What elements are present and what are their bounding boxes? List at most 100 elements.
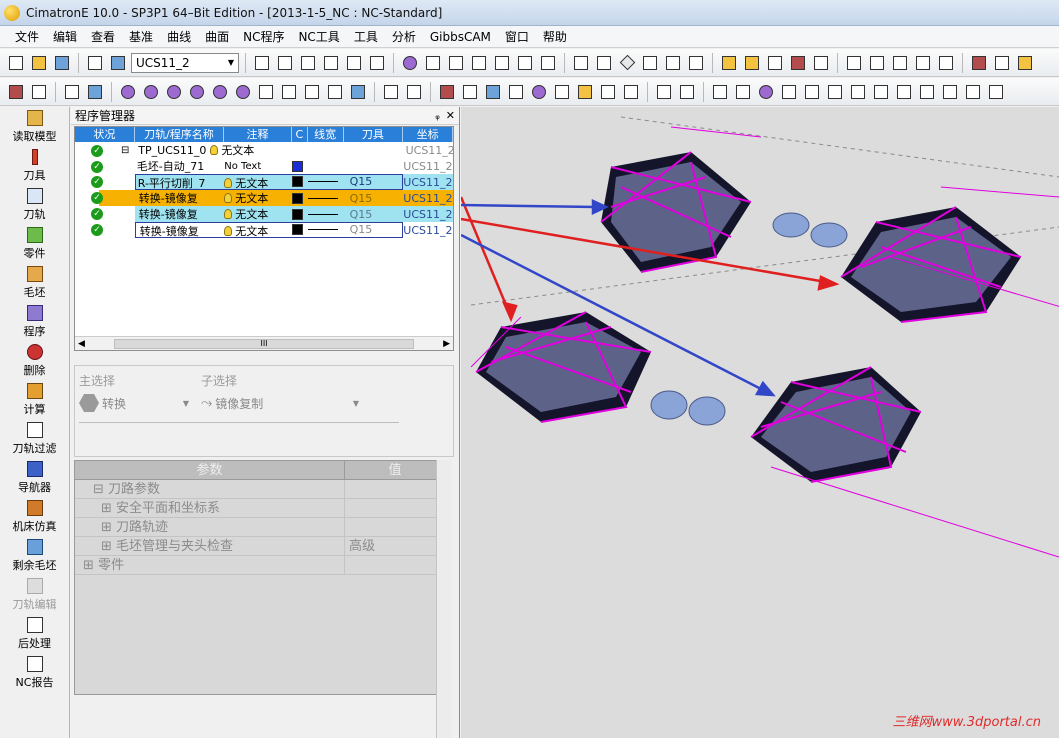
verify-icon[interactable] bbox=[404, 82, 424, 102]
help-icon[interactable] bbox=[1015, 53, 1035, 73]
part-bottom-right[interactable] bbox=[750, 366, 922, 483]
zoom-icon[interactable] bbox=[321, 53, 341, 73]
pan-view-icon[interactable] bbox=[913, 53, 933, 73]
part-bottom-left[interactable] bbox=[475, 311, 652, 423]
menu-item[interactable]: GibbsCAM bbox=[423, 26, 498, 48]
nc-setup-icon[interactable] bbox=[6, 82, 26, 102]
expand-icon[interactable]: ⊞ bbox=[101, 520, 112, 535]
param-row[interactable]: ⊞ 零件 bbox=[75, 556, 445, 575]
render-options-icon[interactable] bbox=[686, 53, 706, 73]
section-icon[interactable] bbox=[890, 53, 910, 73]
toolpath-trim-icon[interactable] bbox=[233, 82, 253, 102]
shaded-icon[interactable] bbox=[617, 53, 637, 73]
sidebar-item-navigator[interactable]: 导航器 bbox=[0, 458, 69, 497]
param-value[interactable] bbox=[345, 556, 445, 574]
scroll-thumb[interactable]: III bbox=[114, 338, 414, 349]
view-front-icon[interactable] bbox=[446, 53, 466, 73]
new-file-icon[interactable] bbox=[6, 53, 26, 73]
menu-item[interactable]: 工具 bbox=[347, 26, 385, 48]
table-row[interactable]: ✓ 转换-镜像复 无文本 Q15 UCS11_2 bbox=[75, 222, 453, 238]
back-arrow-icon[interactable] bbox=[788, 53, 808, 73]
col-status[interactable]: 状况 bbox=[75, 127, 135, 142]
toolpath-cut-icon[interactable] bbox=[256, 82, 276, 102]
view-bottom-icon[interactable] bbox=[538, 53, 558, 73]
view-left-icon[interactable] bbox=[515, 53, 535, 73]
list-icon[interactable] bbox=[483, 82, 503, 102]
book-icon[interactable] bbox=[969, 53, 989, 73]
extend-icon[interactable] bbox=[894, 82, 914, 102]
menu-item[interactable]: 窗口 bbox=[498, 26, 536, 48]
curve-icon[interactable] bbox=[677, 82, 697, 102]
sidebar-item-filter[interactable]: 刀轨过滤 bbox=[0, 419, 69, 458]
menu-item[interactable]: NC工具 bbox=[291, 26, 346, 48]
color-swatch[interactable] bbox=[291, 160, 303, 172]
toolpath-select-icon[interactable] bbox=[118, 82, 138, 102]
menu-item[interactable]: NC程序 bbox=[236, 26, 291, 48]
wireframe-icon[interactable] bbox=[594, 53, 614, 73]
menu-item[interactable]: 帮助 bbox=[536, 26, 574, 48]
menu-item[interactable]: 基准 bbox=[122, 26, 160, 48]
table-row[interactable]: ✓ 转换-镜像复 无文本 Q15 UCS11_2 bbox=[75, 206, 453, 222]
sidebar-item-stock[interactable]: 毛坯 bbox=[0, 263, 69, 302]
hidden-line-icon[interactable] bbox=[663, 53, 683, 73]
col-coord[interactable]: 坐标 bbox=[403, 127, 453, 142]
light-bulb-icon[interactable] bbox=[719, 53, 739, 73]
part-top-left[interactable] bbox=[600, 151, 752, 273]
horizontal-scrollbar[interactable]: ◀ III ▶ bbox=[75, 336, 453, 350]
param-value[interactable]: 高级 bbox=[345, 537, 445, 555]
sidebar-item-toolpath-edit[interactable]: 刀轨编辑 bbox=[0, 575, 69, 614]
xyz-icon[interactable] bbox=[963, 82, 983, 102]
col-color[interactable]: C bbox=[292, 127, 308, 142]
measure-icon[interactable] bbox=[844, 53, 864, 73]
sidebar-item-compute[interactable]: 计算 bbox=[0, 380, 69, 419]
offset-icon[interactable] bbox=[802, 82, 822, 102]
square-icon[interactable] bbox=[552, 82, 572, 102]
table-row[interactable]: ✓ 毛坯-自动_71 No Text UCS11_2 bbox=[75, 158, 453, 174]
zoom-all-icon[interactable] bbox=[252, 53, 272, 73]
toolpath-order-icon[interactable] bbox=[325, 82, 345, 102]
sidebar-item-tool[interactable]: 刀具 bbox=[0, 146, 69, 185]
zoom-selected-icon[interactable] bbox=[298, 53, 318, 73]
main-select-dropdown[interactable]: 转换 ▼ bbox=[79, 392, 189, 414]
light-off-icon[interactable] bbox=[765, 53, 785, 73]
simulate-icon[interactable] bbox=[381, 82, 401, 102]
sidebar-item-program[interactable]: 程序 bbox=[0, 302, 69, 341]
menu-item[interactable]: 查看 bbox=[84, 26, 122, 48]
layer-icon[interactable] bbox=[85, 53, 105, 73]
scroll-right-icon[interactable]: ▶ bbox=[443, 339, 450, 349]
param-row[interactable]: ⊞ 刀路轨迹 bbox=[75, 518, 445, 537]
col-linewidth[interactable]: 线宽 bbox=[308, 127, 344, 142]
dimension-icon[interactable] bbox=[867, 53, 887, 73]
report-icon[interactable] bbox=[460, 82, 480, 102]
pin-icon[interactable]: ᵩ bbox=[435, 109, 440, 122]
view-top-icon[interactable] bbox=[423, 53, 443, 73]
sub-select-dropdown[interactable]: ⤳ 镜像复制 ▼ bbox=[201, 392, 359, 414]
line-tool-icon[interactable] bbox=[710, 82, 730, 102]
menu-item[interactable]: 编辑 bbox=[46, 26, 84, 48]
expand-icon[interactable]: ⊞ bbox=[101, 539, 112, 554]
param-value[interactable] bbox=[345, 518, 445, 536]
color-swatch[interactable] bbox=[291, 224, 303, 235]
manual-icon[interactable] bbox=[992, 53, 1012, 73]
table-row[interactable]: ✓ ⊟ TP_UCS11_0 (3 无文本 UCS11_2 bbox=[75, 142, 453, 158]
stock-view-icon[interactable] bbox=[575, 82, 595, 102]
toolpath-transfer-icon[interactable] bbox=[348, 82, 368, 102]
param-value[interactable] bbox=[345, 480, 445, 498]
grid-icon[interactable] bbox=[621, 82, 641, 102]
table-row[interactable]: ✓ 转换-镜像复 无文本 Q15 UCS11_2 bbox=[75, 190, 453, 206]
collapse-icon[interactable]: ⊟ bbox=[95, 145, 134, 156]
sidebar-item-remaining-stock[interactable]: 剩余毛坯 bbox=[0, 536, 69, 575]
close-icon[interactable]: ✕ bbox=[446, 109, 455, 122]
vertical-scrollbar[interactable] bbox=[436, 460, 451, 738]
sidebar-item-post[interactable]: 后处理 bbox=[0, 614, 69, 653]
param-row[interactable]: ⊞ 安全平面和坐标系 bbox=[75, 499, 445, 518]
collapse-icon[interactable]: ⊟ bbox=[93, 482, 104, 497]
param-row[interactable]: ⊞ 毛坯管理与夹头检查 高级 bbox=[75, 537, 445, 556]
spline-icon[interactable] bbox=[779, 82, 799, 102]
circle-tool-icon[interactable] bbox=[756, 82, 776, 102]
sidebar-item-nc-report[interactable]: NC报告 bbox=[0, 653, 69, 692]
zoom-window-icon[interactable] bbox=[275, 53, 295, 73]
table-row[interactable]: ✓ R-平行切削_7 无文本 Q15 UCS11_2 bbox=[75, 174, 453, 190]
sidebar-item-machine-sim[interactable]: 机床仿真 bbox=[0, 497, 69, 536]
ucs-icon[interactable] bbox=[108, 53, 128, 73]
